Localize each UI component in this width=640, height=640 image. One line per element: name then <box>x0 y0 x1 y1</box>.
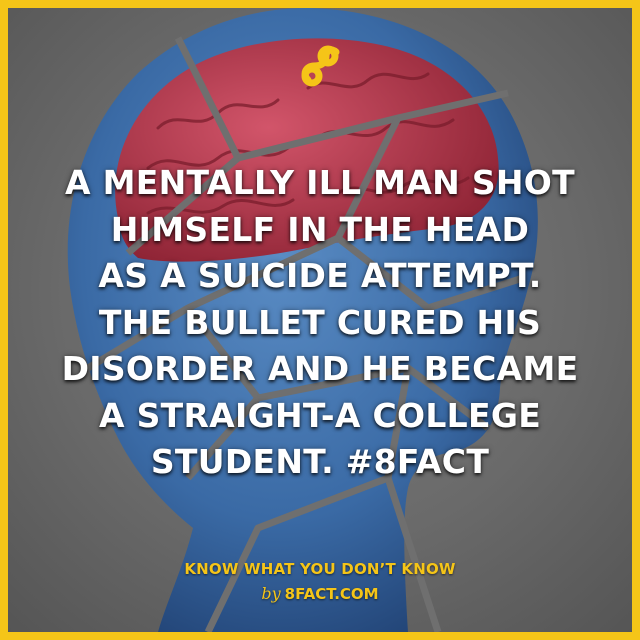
fact-line: STUDENT. #8FACT <box>150 442 490 481</box>
fact-line: A STRAIGHT-A COLLEGE <box>98 395 542 435</box>
fact-line: A MENTALLY ILL MAN SHOT <box>65 163 575 202</box>
fact-line: HIMSELF IN THE HEAD <box>110 209 530 249</box>
fact-card: A MENTALLY ILL MAN SHOT HIMSELF IN THE H… <box>8 8 632 632</box>
fact-text: A MENTALLY ILL MAN SHOT HIMSELF IN THE H… <box>28 160 612 486</box>
fact-line: DISORDER AND HE BECAME <box>61 349 579 388</box>
yellow-frame: A MENTALLY ILL MAN SHOT HIMSELF IN THE H… <box>0 0 640 640</box>
tagline: KNOW WHAT YOU DON’T KNOW <box>184 560 456 578</box>
fact-line: THE BULLET CURED HIS <box>98 302 542 342</box>
byline-by: by <box>261 584 281 603</box>
byline: by 8FACT.COM <box>8 584 632 603</box>
infinity-eight-logo-icon <box>301 45 340 87</box>
site-link[interactable]: 8FACT.COM <box>285 585 379 603</box>
fact-line: AS A SUICIDE ATTEMPT. <box>98 256 542 295</box>
